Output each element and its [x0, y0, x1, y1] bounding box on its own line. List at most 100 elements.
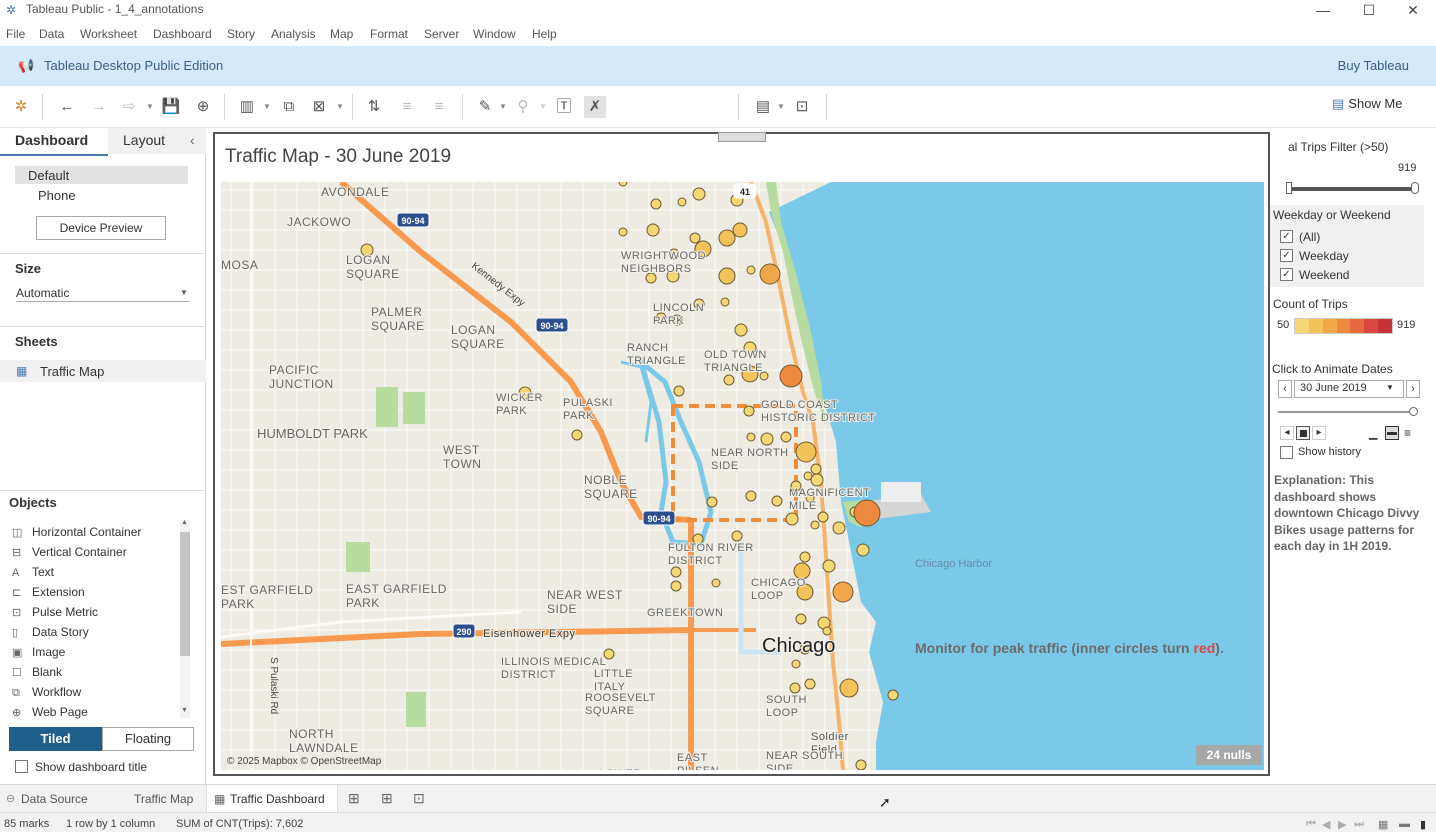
station-circle[interactable] [673, 385, 685, 397]
speed-fast-icon[interactable]: ≡ [1404, 426, 1411, 440]
station-circle[interactable] [734, 323, 748, 337]
station-circle[interactable] [832, 581, 854, 603]
chevron-down-icon[interactable]: ▼ [499, 96, 507, 118]
tab-layout[interactable]: Layout [123, 132, 165, 148]
station-circle[interactable] [810, 463, 822, 475]
first-page-icon[interactable]: ⏮ [1306, 818, 1316, 831]
tiled-button[interactable]: Tiled [9, 727, 102, 751]
device-default[interactable]: Default [28, 168, 69, 183]
tab-traffic-dashboard[interactable]: Traffic Dashboard [230, 792, 325, 806]
station-circle[interactable] [759, 263, 781, 285]
checkbox-weekday[interactable]: ✓ [1280, 249, 1293, 262]
new-dashboard-icon[interactable]: ⊞ [381, 790, 393, 807]
new-story-icon[interactable]: ⊡ [413, 790, 425, 807]
station-circle[interactable] [571, 429, 583, 441]
film-strip-icon[interactable]: ▬ [1399, 818, 1410, 830]
collapse-panel-icon[interactable]: ‹ [190, 132, 195, 148]
menu-file[interactable]: File [6, 27, 25, 41]
trips-filter-max-handle[interactable] [1411, 182, 1419, 194]
replace-data-source-icon[interactable]: ⇨ [118, 96, 140, 118]
station-circle[interactable] [795, 613, 807, 625]
station-circle[interactable] [780, 431, 792, 443]
station-circle[interactable] [810, 473, 824, 487]
station-circle[interactable] [810, 520, 820, 530]
floating-button[interactable]: Floating [102, 727, 194, 751]
date-slider-handle[interactable] [1409, 407, 1418, 416]
menu-format[interactable]: Format [370, 27, 408, 41]
undo-icon[interactable]: ← [56, 96, 78, 118]
object-text[interactable]: A Text [12, 565, 54, 579]
next-date-button[interactable]: › [1406, 380, 1420, 398]
object-extension[interactable]: ⊏ Extension [12, 585, 85, 599]
chevron-down-icon[interactable]: ▼ [263, 96, 271, 118]
previous-date-button[interactable]: ‹ [1278, 380, 1292, 398]
date-slider-track[interactable] [1278, 411, 1414, 413]
device-preview-button[interactable]: Device Preview [36, 216, 166, 240]
show-mark-labels-icon[interactable]: 🅃 [553, 96, 575, 118]
station-circle[interactable] [706, 496, 718, 508]
object-image[interactable]: ▣ Image [12, 645, 65, 659]
station-circle[interactable] [731, 530, 743, 542]
prev-page-icon[interactable]: ◀ [1322, 818, 1330, 831]
sheet-traffic-map[interactable]: Traffic Map [40, 364, 104, 379]
new-worksheet-icon[interactable]: ⊞ [348, 790, 360, 807]
station-circle[interactable] [723, 374, 735, 386]
new-worksheet-icon[interactable]: ▥ [236, 96, 258, 118]
chevron-down-icon[interactable]: ▼ [146, 96, 154, 118]
traffic-map[interactable]: 90-94 90-94 90-94 290 41 AVONDALE JACKOWO LOGA… [221, 182, 1264, 770]
station-circle[interactable] [670, 566, 682, 578]
station-circle[interactable] [689, 232, 701, 244]
station-circle[interactable] [670, 580, 682, 592]
menu-analysis[interactable]: Analysis [271, 27, 316, 41]
new-data-source-icon[interactable]: ⊕ [192, 96, 214, 118]
station-circle[interactable] [791, 659, 801, 669]
menu-dashboard[interactable]: Dashboard [153, 27, 212, 41]
object-web-page[interactable]: ⊕ Web Page [12, 705, 88, 719]
station-circle[interactable] [718, 229, 736, 247]
station-circle[interactable] [779, 364, 803, 388]
station-circle[interactable] [832, 521, 846, 535]
object-workflow[interactable]: ⧉ Workflow [12, 685, 81, 700]
station-circle[interactable] [746, 265, 756, 275]
group-members-icon[interactable]: ⚲ [512, 96, 534, 118]
fix-axes-icon[interactable]: ✗ [584, 96, 606, 118]
object-data-story[interactable]: ▯ Data Story [12, 625, 89, 639]
object-vertical-container[interactable]: ⊟ Vertical Container [12, 545, 127, 559]
station-circle[interactable] [718, 267, 736, 285]
minimize-button[interactable]: — [1300, 0, 1346, 22]
checkbox-weekend[interactable]: ✓ [1280, 268, 1293, 281]
next-page-icon[interactable]: ▶ [1338, 818, 1346, 831]
station-circle[interactable] [822, 559, 836, 573]
drag-handle[interactable] [718, 132, 766, 142]
menu-server[interactable]: Server [424, 27, 459, 41]
station-circle[interactable] [711, 578, 721, 588]
menu-help[interactable]: Help [532, 27, 557, 41]
object-pulse-metric[interactable]: ⊡ Pulse Metric [12, 605, 98, 619]
size-dropdown[interactable]: Automatic [16, 286, 69, 300]
station-circle[interactable] [795, 441, 817, 463]
play-icon[interactable]: ▸ [1312, 426, 1326, 440]
presentation-mode-icon[interactable]: ⊡ [791, 96, 813, 118]
menu-data[interactable]: Data [39, 27, 64, 41]
station-circle[interactable] [804, 678, 816, 690]
chevron-down-icon[interactable]: ▼ [180, 288, 188, 297]
station-circle[interactable] [732, 222, 748, 238]
chevron-down-icon[interactable]: ▼ [777, 96, 785, 118]
object-blank[interactable]: ☐ Blank [12, 665, 62, 679]
redo-icon[interactable]: → [88, 96, 110, 118]
station-circle[interactable] [785, 512, 799, 526]
menu-worksheet[interactable]: Worksheet [80, 27, 137, 41]
scrollbar-thumb[interactable] [180, 532, 190, 656]
station-circle[interactable] [746, 432, 756, 442]
station-circle[interactable] [646, 223, 660, 237]
trips-filter-min-handle[interactable] [1286, 182, 1292, 194]
step-back-icon[interactable]: ◂ [1280, 426, 1294, 440]
tab-view-icon[interactable]: ▮ [1420, 818, 1426, 831]
grid-view-icon[interactable]: ▦ [1378, 818, 1388, 831]
scroll-up-icon[interactable]: ▲ [181, 519, 188, 526]
station-circle[interactable] [822, 626, 832, 636]
chevron-down-icon[interactable]: ▼ [336, 96, 344, 118]
speed-slow-icon[interactable]: ▁ [1369, 427, 1377, 440]
show-me-button[interactable]: ▤ Show Me [1332, 96, 1403, 112]
scroll-down-icon[interactable]: ▼ [181, 707, 188, 714]
